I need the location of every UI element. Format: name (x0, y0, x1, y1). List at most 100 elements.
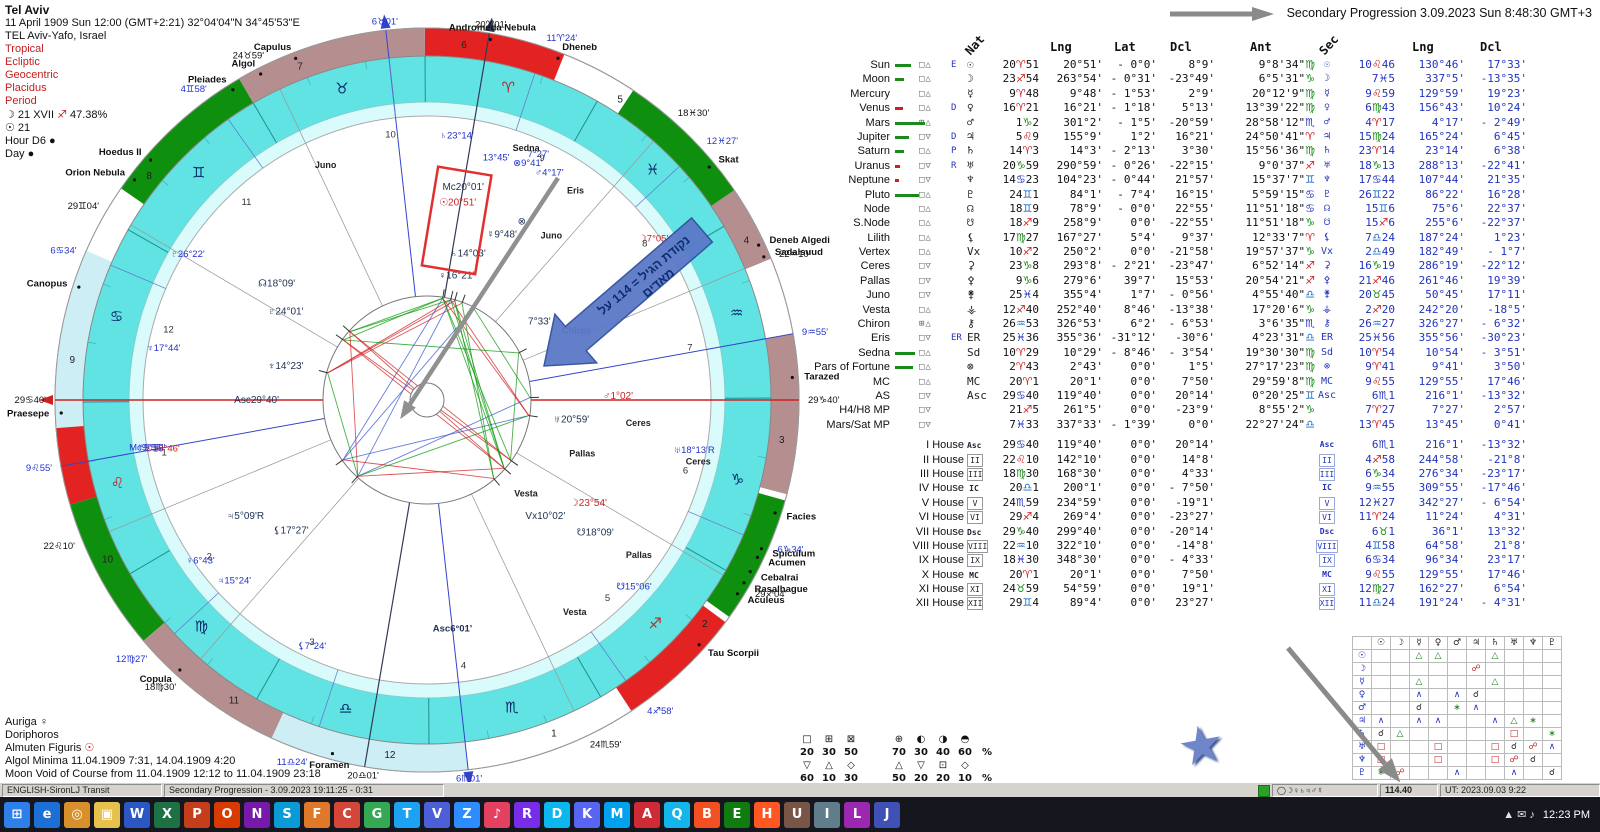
planet-name: Chiron (857, 318, 890, 331)
sec-glyph: ER (1320, 332, 1334, 344)
taskbar-icon[interactable]: ◎ (64, 801, 90, 828)
planet-glyph: ⚶ (967, 302, 977, 316)
house-longitude: 54°59' (1063, 582, 1103, 596)
planet-row[interactable]: Lilith □△ ⚸ 17♍27 167°27' 5°4' 9°37' 12°33'7"♈ ⚸… (798, 231, 1590, 245)
zodiac-sign-glyph: ♈ (502, 79, 515, 96)
planet-row[interactable]: Vesta □△ ⚶ 12♐40 252°40' 8°46' -13°38' 17°20'6"… (798, 303, 1590, 317)
taskbar-icon[interactable]: H (754, 801, 780, 828)
house-row[interactable]: VII House Dsc 29♑40 299°40' 0°0' -20°14' Dsc 6♉… (798, 525, 1590, 539)
natal-longitude: 20°1' (1069, 374, 1103, 388)
planet-row[interactable]: AS □▽ Asc 29♋40 119°40' 0°0' 20°14' 0°20'25"♊ As… (798, 389, 1590, 403)
planet-row[interactable]: Pars of Fortune □△ ⊗ 2♈43 2°43' 0°0' 1°5' 27°17… (798, 360, 1590, 374)
planet-row[interactable]: Juno □▽ ⚵ 25♓4 355°4' 1°7' - 0°56' 4°55'40"♎ ⚵ 20… (798, 288, 1590, 302)
taskbar-icon[interactable]: ▣ (94, 801, 120, 828)
planet-row[interactable]: Sun □△ E ☉ 20♈51 20°51' - 0°0' 8°9' 9°8'34"♍ ☉ 10♌… (798, 58, 1590, 72)
taskbar-icon[interactable]: R (514, 801, 540, 828)
start-button[interactable]: ⊞ (4, 801, 30, 828)
taskbar-clock[interactable]: 12:23 PM (1543, 809, 1590, 821)
house-icon: IX (967, 553, 983, 568)
taskbar-icon[interactable]: S (274, 801, 300, 828)
house-row[interactable]: X House MC 20♈1 20°1' 0°0' 7°50' MC 9♌55 129°55'… (798, 568, 1590, 582)
col-dcl: Dcl (1170, 40, 1192, 54)
planet-row[interactable]: Neptune □▽ ♆ 14♋23 104°23' - 0°44' 21°57' 15°37… (798, 173, 1590, 187)
planet-row[interactable]: Moon □△ ☽ 23♐54 263°54' - 0°31' -23°49' 6°5'31"… (798, 72, 1590, 86)
planet-row[interactable]: Mars/Sat MP □▽ 7♓33 337°33' - 1°39' 0°0' 22°27… (798, 418, 1590, 432)
antiscia: 28°58'12"♏ (1245, 115, 1315, 129)
house-row[interactable]: II House II 22♌10 142°10' 0°0' 14°8' II 4♐58 244… (798, 453, 1590, 467)
planet-row[interactable]: Chiron ⊞△ ⚷ 26♒53 326°53' 6°2' - 6°53' 3°6'35"♏… (798, 317, 1590, 331)
taskbar-icon[interactable]: e (34, 801, 60, 828)
taskbar-icon[interactable]: I (814, 801, 840, 828)
planet-row[interactable]: Sedna □△ Sd 10♈29 10°29' - 8°46' - 3°54' 19°30'… (798, 346, 1590, 360)
taskbar-icon[interactable]: D (544, 801, 570, 828)
aspect-marks: □△ (919, 376, 932, 387)
taskbar-icon[interactable]: J (874, 801, 900, 828)
house-row[interactable]: III House III 18♍30 168°30' 0°0' 4°33' III 6♑34… (798, 467, 1590, 481)
house-row[interactable]: XII House XII 29♊4 89°4' 0°0' 23°27' XII 11♎24 1… (798, 596, 1590, 611)
aspect-type-icon: △ (825, 760, 833, 771)
taskbar-icon[interactable]: E (724, 801, 750, 828)
aspect-strength-bar (893, 360, 919, 374)
tray-icons[interactable]: ▲ ✉ ♪ (1503, 808, 1535, 821)
taskbar-icon[interactable]: M (604, 801, 630, 828)
planet-row[interactable]: Jupiter □▽ D ♃ 5♌9 155°9' 1°2' 16°21' 24°50'41"♈… (798, 130, 1590, 144)
planet-row[interactable]: Node □△ ☊ 18♊9 78°9' - 0°0' 22°55' 11°51'18"♋ ☊ 1… (798, 202, 1590, 216)
taskbar-icon[interactable]: ♪ (484, 801, 510, 828)
house-row[interactable]: V House V 24♏59 234°59' 0°0' -19°1' V 12♓27 342°… (798, 496, 1590, 510)
sec-declination: -13°35' (1480, 72, 1527, 86)
status-bar: ENGLISH-SironLJ Transit Secondary Progre… (0, 782, 1600, 798)
motion-flag (951, 188, 967, 202)
taskbar-icon[interactable]: Z (454, 801, 480, 828)
taskbar-icon[interactable]: X (154, 801, 180, 828)
taskbar-icon[interactable]: V (424, 801, 450, 828)
motion-flag (951, 360, 967, 374)
house-row[interactable]: I House Asc 29♋40 119°40' 0°0' 20°14' Asc 6♏1 21… (798, 438, 1590, 452)
taskbar-icon[interactable]: B (694, 801, 720, 828)
planet-row[interactable]: Vertex □△ Vx 10♐2 250°2' 0°0' -21°58' 19°57'37"… (798, 245, 1590, 259)
taskbar-icon[interactable]: U (784, 801, 810, 828)
planet-row[interactable]: Eris □▽ ER ER 25♓36 355°36' -31°12' -30°6' 4°23'… (798, 331, 1590, 345)
taskbar-icon[interactable]: L (844, 801, 870, 828)
grid-cell: ☌ (1466, 688, 1486, 702)
planet-row[interactable]: Ceres □▽ ⚳ 23♑8 293°8' - 2°21' -23°47' 6°52'14"… (798, 259, 1590, 273)
sec-longitude: 75°6' (1431, 201, 1465, 215)
planet-row[interactable]: Mars ⊞△ ♂ 1♑2 301°2' - 1°5' -20°59' 28°58'12"♏ ♂… (798, 116, 1590, 130)
planet-row[interactable]: Venus □△ D ♀ 16♈21 16°21' - 1°18' 5°13' 13°39'22… (798, 101, 1590, 115)
motion-flag (951, 245, 967, 259)
taskbar-icon[interactable]: O (214, 801, 240, 828)
house-row[interactable]: VI House VI 29♐4 269°4' 0°0' -23°27' VI 11♈24 11… (798, 510, 1590, 525)
taskbar-icon[interactable]: K (574, 801, 600, 828)
planet-row[interactable]: Saturn □△ P ♄ 14♈3 14°3' - 2°13' 3°30' 15°56'36"… (798, 144, 1590, 158)
taskbar-icon[interactable]: P (184, 801, 210, 828)
planet-row[interactable]: Pallas □▽ ⚴ 9♑6 279°6' 39°7' 15°53' 20°54'21"♐ ⚴… (798, 274, 1590, 288)
taskbar-icon[interactable]: C (334, 801, 360, 828)
planet-row[interactable]: Mercury □△ ☿ 9♈48 9°48' - 1°53' 2°9' 20°12'9"♍ ☿… (798, 87, 1590, 101)
planet-row[interactable]: H4/H8 MP □▽ 21♐5 261°5' 0°0' -23°9' 8°55'2"♑ 7♈… (798, 403, 1590, 417)
taskbar-icon[interactable]: Q (664, 801, 690, 828)
taskbar-icon[interactable]: A (634, 801, 660, 828)
wheel-sec-planet: ♇26°22' (171, 249, 205, 260)
taskbar-icon[interactable]: G (364, 801, 390, 828)
house-row[interactable]: IV House IC 20♎1 200°1' 0°0' - 7°50' IC 9♒55 309… (798, 481, 1590, 495)
planet-row[interactable]: Pluto □△ ♇ 24♊1 84°1' - 7°4' 16°15' 5°59'15"♋ ♇ 2… (798, 188, 1590, 202)
grid-cell: ∧ (1542, 740, 1562, 754)
taskbar-icon[interactable]: W (124, 801, 150, 828)
zodiac-sign-glyph: ♋ (110, 309, 123, 326)
natal-position: 20♑59 (1002, 158, 1039, 172)
natal-declination: 8°9' (1188, 58, 1216, 71)
house-position: 20♎1 (1009, 481, 1039, 495)
sec-glyph: ⚸ (1323, 231, 1331, 243)
taskbar-icon[interactable]: N (244, 801, 270, 828)
house-row[interactable]: VIII House VIII 22♒10 322°10' 0°0' -14°8' VIII… (798, 539, 1590, 553)
taskbar-icon[interactable]: F (304, 801, 330, 828)
planet-row[interactable]: S.Node □△ ☋ 18♐9 258°9' 0°0' -22°55' 11°51'18"♑… (798, 216, 1590, 230)
house-row[interactable]: IX House IX 18♓30 348°30' 0°0' - 4°33' IX 6♋34 9… (798, 553, 1590, 568)
planet-row[interactable]: Uranus □▽ R ♅ 20♑59 290°59' - 0°26' -22°15' 9°0'… (798, 159, 1590, 173)
orb-value: 30 (914, 747, 928, 758)
house-row[interactable]: XI House XI 24♉59 54°59' 0°0' 19°1' XI 12♍27 162… (798, 582, 1590, 597)
sec-longitude: 286°19' (1418, 259, 1465, 273)
taskbar-icon[interactable]: T (394, 801, 420, 828)
wheel-sec-planet: Asc6°01' (433, 624, 472, 635)
planet-row[interactable]: MC □△ MC 20♈1 20°1' 0°0' 7°50' 29°59'8"♍ MC 9♌55 1… (798, 375, 1590, 389)
sec-house-position: 9♒55 (1365, 481, 1395, 495)
